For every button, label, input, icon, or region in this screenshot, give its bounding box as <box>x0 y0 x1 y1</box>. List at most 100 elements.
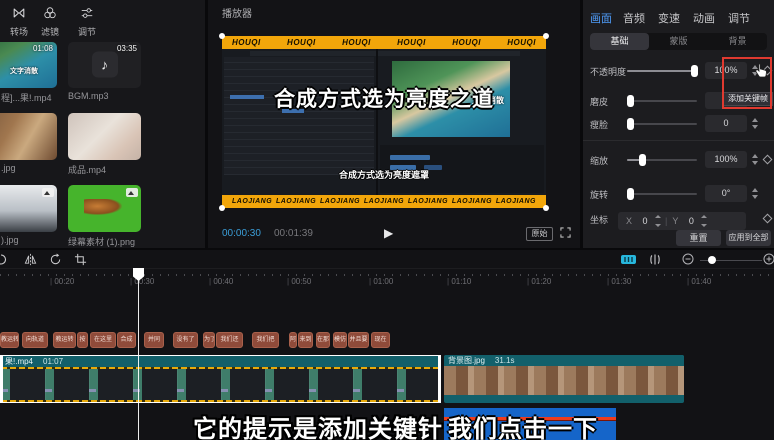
media-item-image-2[interactable] <box>0 185 57 232</box>
media-item-image-1[interactable] <box>0 113 57 160</box>
keyframe-diamond-icon[interactable] <box>763 214 773 224</box>
subtitle-segment[interactable]: 为了 <box>203 332 215 348</box>
video-editor-app: 转场 滤镜 调节 01:08 文字消散 程]...果!.mp4 03:35 ♪ … <box>0 0 774 440</box>
subtitle-segment[interactable]: 模仿 <box>333 332 347 348</box>
slider-knob[interactable] <box>691 65 698 77</box>
x-value[interactable]: 0 <box>636 216 654 226</box>
player-title: 播放器 <box>222 5 252 20</box>
zoom-slider-knob[interactable] <box>708 256 716 264</box>
subtitle-segment[interactable]: 来到 <box>298 332 313 348</box>
transform-handle[interactable] <box>543 33 549 39</box>
subtitle-segment[interactable]: 教运转 <box>0 332 19 348</box>
preview-fake-effects-panel <box>224 57 374 175</box>
mirror-icon[interactable] <box>24 253 37 266</box>
current-time: 00:00:30 <box>222 228 261 239</box>
original-quality-button[interactable]: 原始 <box>526 227 553 241</box>
clip-name: 果!.mp4 <box>5 357 33 366</box>
tab-animation[interactable]: 动画 <box>693 10 715 26</box>
subtitle-segment[interactable]: 我们把 <box>252 332 279 348</box>
clip-selected[interactable]: 果!.mp401:07 <box>0 355 441 403</box>
clip-trim-handle-left[interactable] <box>0 355 3 403</box>
smooth-skin-slider[interactable] <box>627 100 697 102</box>
subtitle-segment[interactable]: 没有了 <box>173 332 198 348</box>
caption-overlay: 我们点击一下 它的提示是添加关键针 <box>0 405 774 440</box>
player-panel: 播放器 HOUQIHOUQIHOUQIHOUQIHOUQIHOUQI 文字消散 … <box>208 0 580 248</box>
slider-knob[interactable] <box>639 154 646 166</box>
y-stepper[interactable] <box>700 214 708 228</box>
slim-face-value[interactable]: 0 <box>705 115 747 132</box>
transition-tool[interactable]: 转场 <box>2 6 36 40</box>
keyframe-diamond-icon[interactable] <box>763 155 773 165</box>
track-resize-icon[interactable] <box>648 253 662 266</box>
slim-face-stepper[interactable] <box>751 115 760 132</box>
slim-face-slider[interactable] <box>627 123 697 125</box>
prop-label: 瘦脸 <box>590 118 608 131</box>
adjust-tool[interactable]: 调节 <box>70 6 104 40</box>
subtab-basic[interactable]: 基础 <box>590 33 649 50</box>
subtitle-segment[interactable]: 我们还 <box>216 332 243 348</box>
slider-knob[interactable] <box>627 95 634 107</box>
coordinate-inputs[interactable]: X 0 | Y 0 <box>618 212 746 230</box>
media-item-video-1[interactable]: 01:08 文字消散 <box>0 42 57 88</box>
timeline-zoom-slider[interactable] <box>700 260 762 261</box>
filter-tool[interactable]: 滤镜 <box>33 6 67 40</box>
slider-knob[interactable] <box>627 188 634 200</box>
media-item-video-2[interactable] <box>68 113 141 160</box>
apply-to-all-button[interactable]: 应用到全部 <box>726 230 771 246</box>
ruler-time-label: 00:50 <box>287 277 311 286</box>
section-divider <box>583 140 774 141</box>
play-button[interactable]: ▶ <box>384 226 393 240</box>
scale-value[interactable]: 100% <box>705 151 747 168</box>
x-stepper[interactable] <box>654 214 662 228</box>
subtab-background[interactable]: 背景 <box>708 33 767 50</box>
subtitle-segment[interactable]: 教运转 <box>53 332 76 348</box>
scale-stepper[interactable] <box>751 151 760 168</box>
crop-icon[interactable] <box>74 253 87 266</box>
opacity-slider[interactable] <box>627 70 697 72</box>
subtitle-segment[interactable]: 现在 <box>371 332 390 348</box>
timeline-ruler[interactable]: 00:2000:3000:4000:5001:0001:1001:2001:30… <box>0 268 774 288</box>
media-item-label: .jpg <box>1 163 59 173</box>
zoom-in-icon[interactable] <box>763 253 774 265</box>
subtitle-segment[interactable]: 并且要 <box>348 332 369 348</box>
media-item-audio[interactable]: 03:35 ♪ <box>68 42 141 88</box>
transform-handle[interactable] <box>219 33 225 39</box>
zoom-out-icon[interactable] <box>682 253 694 265</box>
subtitle-segment[interactable]: 向轨道 <box>22 332 48 348</box>
tab-adjust[interactable]: 调节 <box>728 10 750 26</box>
reverse-icon[interactable] <box>0 253 8 266</box>
rotate-icon[interactable] <box>49 253 62 266</box>
subtitle-segment[interactable]: 按 <box>77 332 88 348</box>
clip-background-image[interactable]: 背景图.jpg31.1s <box>444 355 684 403</box>
subtitle-segment[interactable]: 并同 <box>144 332 164 348</box>
subtitle-segment[interactable]: 在那 <box>316 332 330 348</box>
subtitle-segment[interactable]: 合成 <box>117 332 136 348</box>
transform-handle[interactable] <box>219 205 225 211</box>
preview-frame: 文字消散 合成方式选为亮度之道 合成方式选为亮度遮罩 <box>222 49 546 195</box>
reset-button[interactable]: 重置 <box>676 230 721 246</box>
clip-trim-handle-right[interactable] <box>438 355 441 403</box>
fullscreen-icon[interactable] <box>560 227 571 238</box>
tab-audio[interactable]: 音频 <box>623 10 645 26</box>
preview-axis-icon[interactable] <box>620 253 637 266</box>
tab-speed[interactable]: 变速 <box>658 10 680 26</box>
media-item-greenscreen[interactable] <box>68 185 141 232</box>
rotation-stepper[interactable] <box>751 185 760 202</box>
subtitle-segment[interactable]: 在这里 <box>90 332 116 348</box>
transform-handle[interactable] <box>543 205 549 211</box>
scale-slider[interactable] <box>627 159 697 161</box>
filter-icon <box>33 6 67 20</box>
subtab-mask[interactable]: 蒙版 <box>649 33 708 50</box>
video-preview[interactable]: HOUQIHOUQIHOUQIHOUQIHOUQIHOUQI 文字消散 合成方式… <box>222 36 546 208</box>
subtitle-segment[interactable]: 阿 <box>289 332 297 348</box>
ruler-time-label: 01:10 <box>447 277 471 286</box>
media-item-label: 成品.mp4 <box>68 163 144 176</box>
slider-knob[interactable] <box>627 118 634 130</box>
rotation-slider[interactable] <box>627 193 697 195</box>
preview-bottom-banner: LAOJIANGLAOJIANGLAOJIANGLAOJIANGLAOJIANG… <box>222 195 546 208</box>
video-track: 果!.mp401:07 背景图.jpg31.1s <box>0 355 774 403</box>
y-value[interactable]: 0 <box>682 216 700 226</box>
ruler-time-label: 01:30 <box>607 277 631 286</box>
tab-picture[interactable]: 画面 <box>590 10 612 26</box>
rotation-value[interactable]: 0° <box>705 185 747 202</box>
